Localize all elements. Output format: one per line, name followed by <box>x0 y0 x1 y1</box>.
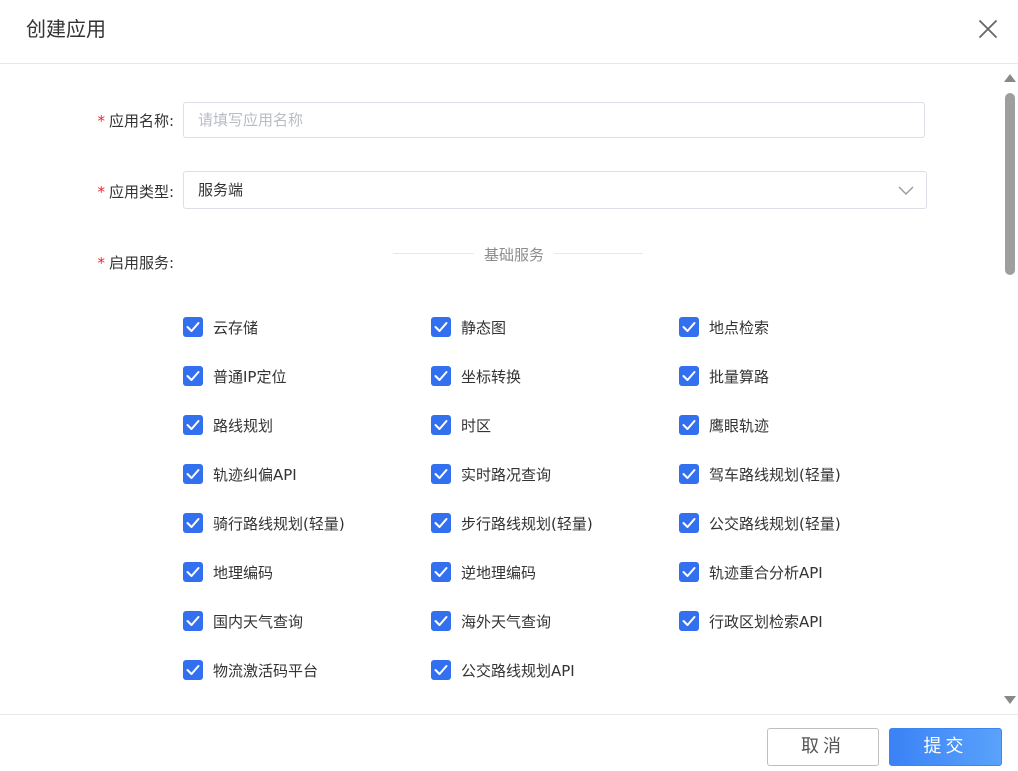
app-type-label: * 应用类型: <box>54 181 174 202</box>
dialog-header: 创建应用 <box>0 0 1018 64</box>
service-checkbox-label: 云存储 <box>213 318 259 337</box>
cancel-button[interactable]: 取消 <box>767 728 879 766</box>
group-title: 基础服务 <box>474 244 555 265</box>
dialog-footer: 取消 提交 <box>0 714 1018 771</box>
service-checkbox-label: 国内天气查询 <box>213 612 304 631</box>
service-checkbox-label: 驾车路线规划(轻量) <box>709 465 841 484</box>
app-name-label: * 应用名称: <box>54 110 174 131</box>
service-checkbox-label: 海外天气查询 <box>461 612 552 631</box>
service-checkbox[interactable]: 公交路线规划API <box>431 659 575 681</box>
service-checkbox-label: 地点检索 <box>709 318 770 337</box>
service-checkbox[interactable]: 逆地理编码 <box>431 561 536 583</box>
service-checkbox[interactable]: 鹰眼轨迹 <box>679 414 769 436</box>
service-checkbox[interactable]: 实时路况查询 <box>431 463 551 485</box>
checkbox-checked-icon[interactable] <box>183 562 203 582</box>
checkbox-checked-icon[interactable] <box>679 611 699 631</box>
service-checkbox-label: 轨迹重合分析API <box>709 563 823 582</box>
scroll-down-arrow-icon[interactable] <box>1004 696 1016 704</box>
checkbox-checked-icon[interactable] <box>431 660 451 680</box>
checkbox-checked-icon[interactable] <box>431 513 451 533</box>
service-checkbox-label: 鹰眼轨迹 <box>709 416 770 435</box>
close-icon[interactable] <box>976 17 1000 41</box>
service-checkbox[interactable]: 云存储 <box>183 316 258 338</box>
app-type-select[interactable]: 服务端 <box>183 171 927 209</box>
service-checkbox[interactable]: 坐标转换 <box>431 365 521 387</box>
required-mark: * <box>97 254 105 272</box>
service-checkbox-label: 公交路线规划API <box>461 661 575 680</box>
checkbox-checked-icon[interactable] <box>431 464 451 484</box>
vertical-scrollbar[interactable] <box>1000 64 1018 714</box>
service-checkbox[interactable]: 地点检索 <box>679 316 769 338</box>
service-checkbox[interactable]: 驾车路线规划(轻量) <box>679 463 841 485</box>
checkbox-checked-icon[interactable] <box>679 513 699 533</box>
required-mark: * <box>97 183 105 201</box>
service-checkbox[interactable]: 公交路线规划(轻量) <box>679 512 841 534</box>
checkbox-checked-icon[interactable] <box>679 464 699 484</box>
service-checkbox[interactable]: 行政区划检索API <box>679 610 823 632</box>
service-checkbox-label: 路线规划 <box>213 416 274 435</box>
dialog-title: 创建应用 <box>26 17 106 41</box>
app-name-row: * 应用名称: <box>0 102 1000 140</box>
checkbox-checked-icon[interactable] <box>183 513 203 533</box>
service-checkbox-label: 静态图 <box>461 318 507 337</box>
service-checkbox-label: 轨迹纠偏API <box>213 465 297 484</box>
service-checkbox[interactable]: 步行路线规划(轻量) <box>431 512 593 534</box>
checkbox-checked-icon[interactable] <box>679 415 699 435</box>
dialog-body: *应用名称: *应用类型: 服务端 *启用服务: 基础服务 云存储静态图地点检 <box>0 64 1018 714</box>
service-checkbox[interactable]: 地理编码 <box>183 561 273 583</box>
checkbox-checked-icon[interactable] <box>431 611 451 631</box>
service-checkbox[interactable]: 轨迹重合分析API <box>679 561 823 583</box>
checkbox-checked-icon[interactable] <box>183 415 203 435</box>
service-checkbox[interactable]: 批量算路 <box>679 365 769 387</box>
service-checkbox[interactable]: 静态图 <box>431 316 506 338</box>
service-checkbox-label: 实时路况查询 <box>461 465 552 484</box>
checkbox-checked-icon[interactable] <box>679 317 699 337</box>
service-checkbox[interactable]: 路线规划 <box>183 414 273 436</box>
checkbox-checked-icon[interactable] <box>431 317 451 337</box>
app-name-input[interactable] <box>183 102 925 138</box>
checkbox-checked-icon[interactable] <box>183 317 203 337</box>
service-checkbox-label: 地理编码 <box>213 563 274 582</box>
service-checkbox-label: 普通IP定位 <box>213 367 287 386</box>
create-app-dialog: 创建应用 *应用名称: *应用类型: 服务端 <box>0 0 1018 771</box>
service-checkbox[interactable]: 骑行路线规划(轻量) <box>183 512 345 534</box>
service-checkbox-label: 坐标转换 <box>461 367 522 386</box>
service-checkbox-label: 步行路线规划(轻量) <box>461 514 593 533</box>
service-checkbox[interactable]: 海外天气查询 <box>431 610 551 632</box>
service-checkbox-label: 逆地理编码 <box>461 563 537 582</box>
submit-button[interactable]: 提交 <box>889 728 1002 766</box>
checkbox-checked-icon[interactable] <box>431 562 451 582</box>
service-checkbox[interactable]: 轨迹纠偏API <box>183 463 297 485</box>
service-checkbox[interactable]: 时区 <box>431 414 491 436</box>
service-checkbox-label: 物流激活码平台 <box>213 661 319 680</box>
service-checkbox[interactable]: 国内天气查询 <box>183 610 303 632</box>
app-type-label-text: 应用类型: <box>108 183 174 201</box>
service-checkbox[interactable]: 普通IP定位 <box>183 365 286 387</box>
app-type-row: * 应用类型: 服务端 <box>0 171 1000 211</box>
scroll-up-arrow-icon[interactable] <box>1004 74 1016 82</box>
checkbox-checked-icon[interactable] <box>431 366 451 386</box>
service-checkbox[interactable]: 物流激活码平台 <box>183 659 318 681</box>
service-checkbox-label: 行政区划检索API <box>709 612 823 631</box>
chevron-down-icon <box>898 186 914 195</box>
required-mark: * <box>97 112 105 130</box>
checkbox-checked-icon[interactable] <box>183 366 203 386</box>
checkbox-checked-icon[interactable] <box>431 415 451 435</box>
app-type-selected-value: 服务端 <box>198 181 244 199</box>
checkbox-checked-icon[interactable] <box>183 660 203 680</box>
service-checkbox-label: 时区 <box>461 416 492 435</box>
checkbox-checked-icon[interactable] <box>183 464 203 484</box>
checkbox-checked-icon[interactable] <box>679 366 699 386</box>
service-checkbox-label: 公交路线规划(轻量) <box>709 514 841 533</box>
services-label-text: 启用服务: <box>108 254 174 272</box>
app-name-label-text: 应用名称: <box>108 112 174 130</box>
scroll-thumb[interactable] <box>1005 93 1015 275</box>
service-checkbox-label: 批量算路 <box>709 367 770 386</box>
checkbox-checked-icon[interactable] <box>679 562 699 582</box>
services-label: * 启用服务: <box>54 252 174 273</box>
service-checkbox-label: 骑行路线规划(轻量) <box>213 514 345 533</box>
checkbox-checked-icon[interactable] <box>183 611 203 631</box>
